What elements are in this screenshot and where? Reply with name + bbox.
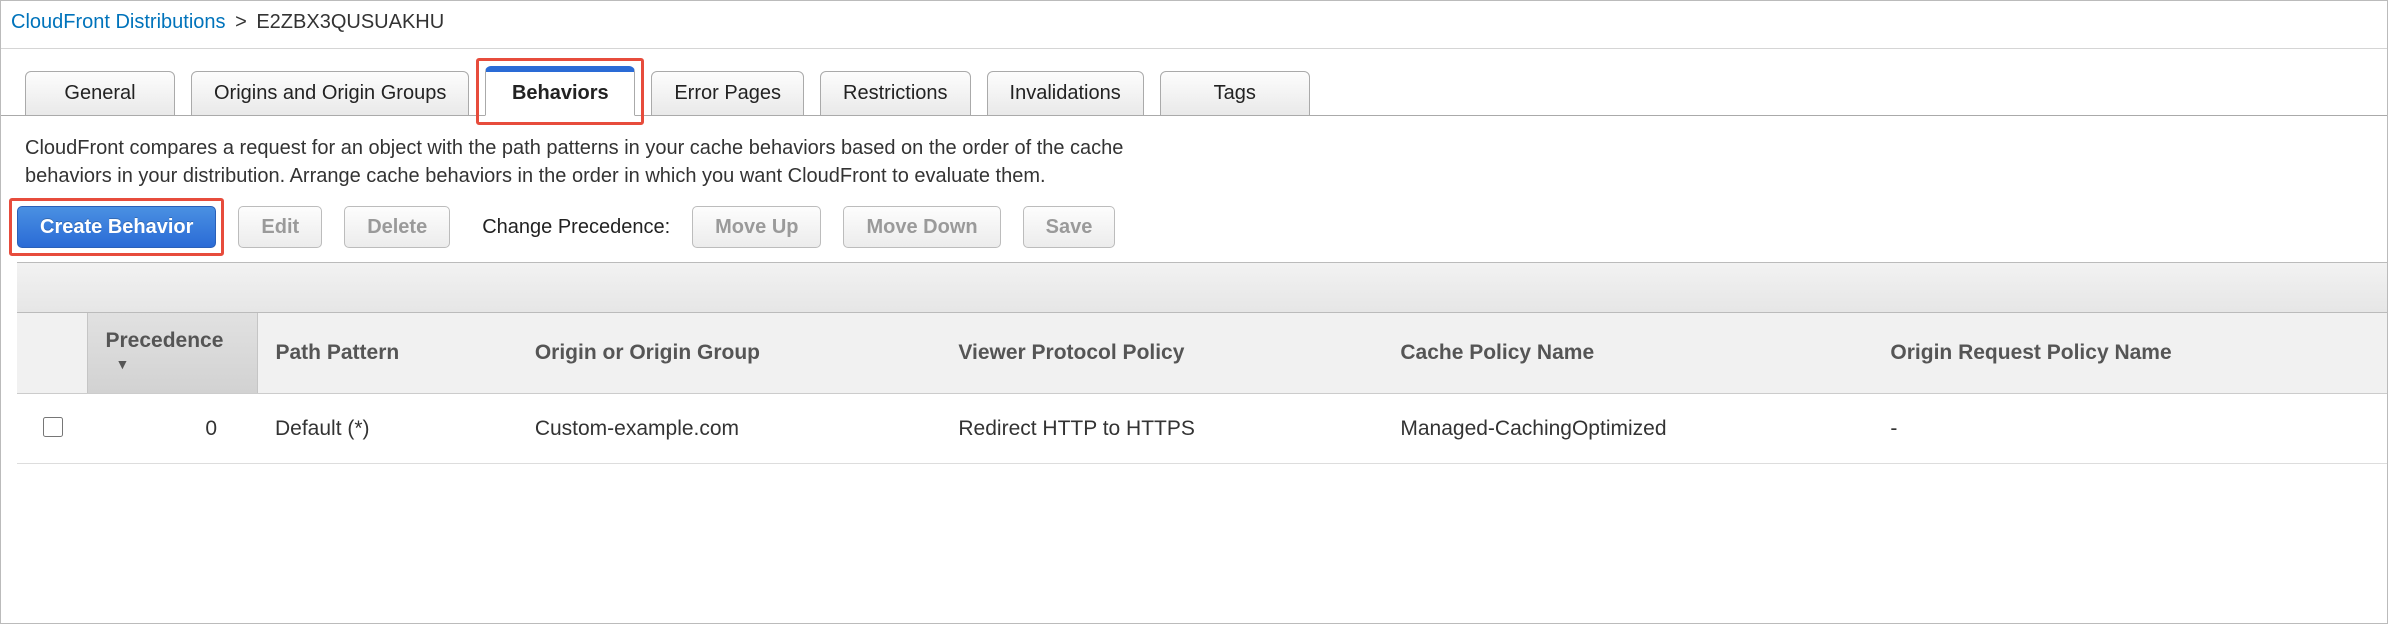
- table-toolbar-spacer: [17, 263, 2387, 313]
- col-header-origin[interactable]: Origin or Origin Group: [517, 313, 941, 394]
- edit-button[interactable]: Edit: [238, 206, 322, 248]
- cell-origin-request-policy: -: [1872, 394, 2387, 464]
- col-header-cache-policy[interactable]: Cache Policy Name: [1382, 313, 1872, 394]
- behaviors-table: Precedence ▼ Path Pattern Origin or Orig…: [17, 313, 2387, 464]
- tab-invalidations[interactable]: Invalidations: [987, 71, 1144, 116]
- col-header-precedence[interactable]: Precedence ▼: [87, 313, 257, 394]
- tab-origins[interactable]: Origins and Origin Groups: [191, 71, 469, 116]
- col-header-path-pattern[interactable]: Path Pattern: [257, 313, 517, 394]
- tabs: General Origins and Origin Groups Behavi…: [1, 71, 2387, 116]
- cell-viewer-protocol: Redirect HTTP to HTTPS: [940, 394, 1382, 464]
- divider: [1, 48, 2387, 49]
- tab-tags[interactable]: Tags: [1160, 71, 1310, 116]
- breadcrumb-parent-link[interactable]: CloudFront Distributions: [11, 11, 226, 33]
- change-precedence-label: Change Precedence:: [482, 216, 670, 239]
- create-behavior-button[interactable]: Create Behavior: [17, 206, 216, 248]
- cell-cache-policy: Managed-CachingOptimized: [1382, 394, 1872, 464]
- row-checkbox[interactable]: [43, 417, 63, 437]
- tab-behaviors-label: Behaviors: [512, 82, 609, 105]
- col-header-viewer-protocol[interactable]: Viewer Protocol Policy: [940, 313, 1382, 394]
- description-text: CloudFront compares a request for an obj…: [1, 116, 1201, 202]
- cell-origin: Custom-example.com: [517, 394, 941, 464]
- tab-error-pages[interactable]: Error Pages: [651, 71, 804, 116]
- sort-caret-down-icon: ▼: [116, 356, 130, 372]
- breadcrumb-separator: >: [235, 11, 247, 33]
- tab-restrictions[interactable]: Restrictions: [820, 71, 970, 116]
- save-button[interactable]: Save: [1023, 206, 1116, 248]
- tab-behaviors[interactable]: Behaviors: [485, 66, 635, 116]
- cell-path-pattern: Default (*): [257, 394, 517, 464]
- tab-general[interactable]: General: [25, 71, 175, 116]
- cell-precedence: 0: [87, 394, 257, 464]
- col-header-checkbox: [17, 313, 87, 394]
- move-up-button[interactable]: Move Up: [692, 206, 821, 248]
- table-row[interactable]: 0 Default (*) Custom-example.com Redirec…: [17, 394, 2387, 464]
- toolbar: Create Behavior Edit Delete Change Prece…: [1, 202, 2387, 262]
- col-header-precedence-label: Precedence: [106, 329, 224, 352]
- col-header-origin-request-policy[interactable]: Origin Request Policy Name: [1872, 313, 2387, 394]
- behaviors-table-zone: Precedence ▼ Path Pattern Origin or Orig…: [17, 262, 2387, 464]
- breadcrumb: CloudFront Distributions > E2ZBX3QUSUAKH…: [1, 1, 2387, 48]
- move-down-button[interactable]: Move Down: [843, 206, 1000, 248]
- breadcrumb-current: E2ZBX3QUSUAKHU: [256, 11, 444, 33]
- delete-button[interactable]: Delete: [344, 206, 450, 248]
